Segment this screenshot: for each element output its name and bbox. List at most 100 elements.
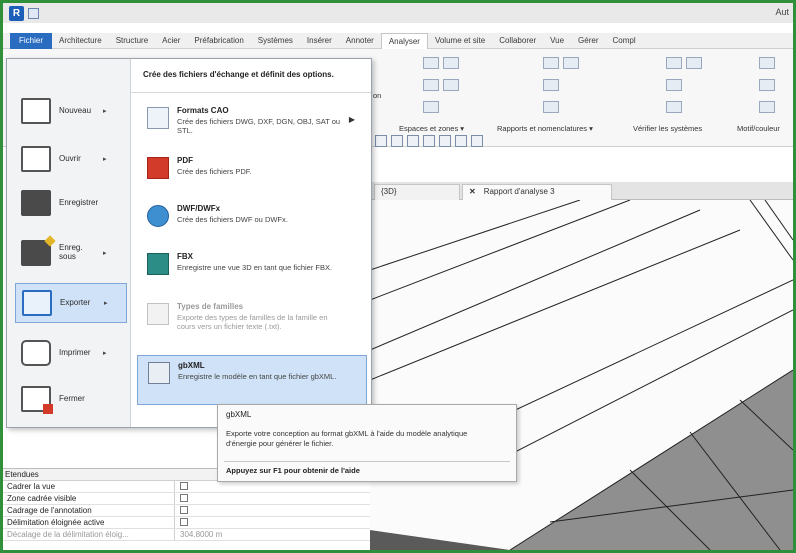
view-tab-rapport-label: Rapport d'analyse 3 [483,187,555,196]
open-folder-icon [21,146,51,172]
tab-acier[interactable]: Acier [155,33,187,49]
export-dwf[interactable]: DWF/DWFx Crée des fichiers DWF ou DWFx. [137,199,367,243]
quick-access-icon[interactable] [28,7,39,19]
tab-structure[interactable]: Structure [109,33,155,49]
ribbon-tool-icon[interactable] [666,101,682,113]
ribbon-tool-icon[interactable] [759,101,775,113]
close-icon[interactable]: ✕ [469,187,476,196]
save-icon [21,190,51,216]
view-tab-3d[interactable]: {3D} [374,184,460,200]
group-motif[interactable]: Motif/couleur [737,124,780,133]
3d-model-drawing [370,200,793,550]
export-item-desc: Exporte des types de familles de la fami… [177,313,328,331]
export-gbxml[interactable]: gbXML Enregistre le modèle en tant que f… [137,355,367,405]
menu-exporter-label: Exporter [60,297,91,307]
menu-exporter[interactable]: Exporter ▸ [15,283,127,323]
ribbon-tool-icon[interactable] [443,57,459,69]
toolbar-icon[interactable] [455,135,467,147]
group-rapports[interactable]: Rapports et nomenclatures ▾ [497,124,593,133]
export-icon [22,290,52,316]
ribbon-partial-label: on [373,91,382,100]
property-value[interactable]: 304.8000 m [175,529,370,540]
property-name: Cadrage de l'annotation [3,505,175,516]
tab-annoter[interactable]: Annoter [339,33,381,49]
export-item-title: FBX [177,252,193,261]
tab-collaborer[interactable]: Collaborer [492,33,543,49]
export-item-title: Types de familles [177,302,244,311]
toolbar-icon[interactable] [407,135,419,147]
toolbar-icon[interactable] [471,135,483,147]
ribbon-tool-icon[interactable] [543,57,559,69]
ribbon-tool-icon[interactable] [423,79,439,91]
group-espaces-zones[interactable]: Espaces et zones ▾ [399,124,464,133]
menu-fermer[interactable]: Fermer [15,379,127,419]
view-tabs: {3D} ✕ Rapport d'analyse 3 [370,182,793,200]
submenu-arrow-icon: ▸ [103,156,107,163]
tab-complements[interactable]: Compl [606,33,643,49]
checkbox[interactable] [180,506,188,514]
ribbon-tool-icon[interactable] [423,101,439,113]
app-logo-icon[interactable]: R [9,5,24,21]
export-item-title: gbXML [178,361,205,370]
family-types-icon [147,303,169,325]
submenu-arrow-icon: ▸ [104,300,108,307]
ribbon-tool-icon[interactable] [543,101,559,113]
submenu-arrow-icon: ▶ [348,115,355,124]
export-item-desc: Crée des fichiers PDF. [177,167,252,176]
gbxml-icon [148,362,170,384]
group-verifier[interactable]: Vérifier les systèmes [633,124,702,133]
toolbar-icon[interactable] [439,135,451,147]
menu-nouveau-label: Nouveau [59,105,92,115]
property-row: Délimitation éloignée active [3,517,370,529]
ribbon-tool-icon[interactable] [666,57,682,69]
tab-architecture[interactable]: Architecture [52,33,109,49]
ribbon-tool-icon[interactable] [543,79,559,91]
tab-vue[interactable]: Vue [543,33,571,49]
export-types-familles[interactable]: Types de familles Exporte des types de f… [137,297,367,349]
export-pdf[interactable]: PDF Crée des fichiers PDF. [137,151,367,195]
tab-analyser[interactable]: Analyser [380,32,428,49]
export-item-title: Formats CAO [177,106,229,115]
menu-ouvrir-label: Ouvrir [59,153,81,163]
toolbar-icon[interactable] [391,135,403,147]
app-menu-commands: Nouveau ▸ Ouvrir ▸ Enregistrer Enreg. so… [7,59,131,427]
tab-fichier[interactable]: Fichier [10,32,53,49]
menu-imprimer[interactable]: Imprimer ▸ [15,333,127,373]
menu-fermer-label: Fermer [59,393,85,403]
view-tab-rapport[interactable]: ✕ Rapport d'analyse 3 [462,184,612,200]
view-tab-3d-label: {3D} [381,187,397,196]
ribbon-tool-icon[interactable] [759,57,775,69]
ribbon-tool-icon[interactable] [443,79,459,91]
window-title: Aut [775,7,789,17]
ribbon-tool-icon[interactable] [563,57,579,69]
toolbar-icon[interactable] [375,135,387,147]
submenu-arrow-icon: ▸ [103,350,107,357]
property-name: Délimitation éloignée active [3,517,175,528]
tab-systemes[interactable]: Systèmes [251,33,300,49]
ribbon-tool-icon[interactable] [666,79,682,91]
toolbar-icon[interactable] [423,135,435,147]
tooltip-divider [224,461,510,462]
menu-nouveau[interactable]: Nouveau ▸ [15,91,127,131]
checkbox[interactable] [180,494,188,502]
ribbon-tool-icon[interactable] [423,57,439,69]
export-formats-cao[interactable]: Formats CAO Crée des fichiers DWG, DXF, … [137,101,367,145]
tooltip-body: Exporte votre conception au format gbXML… [226,429,468,448]
export-fbx[interactable]: FBX Enregistre une vue 3D en tant que fi… [137,247,367,291]
tab-prefabrication[interactable]: Préfabrication [187,33,250,49]
tab-inserer[interactable]: Insérer [300,33,339,49]
menu-enreg-sous[interactable]: Enreg. sous ▸ [15,233,127,273]
ribbon-tool-icon[interactable] [759,79,775,91]
menu-enregistrer[interactable]: Enregistrer [15,183,127,223]
checkbox[interactable] [180,482,188,490]
property-name: Zone cadrée visible [3,493,175,504]
menu-ouvrir[interactable]: Ouvrir ▸ [15,139,127,179]
ribbon-tool-icon[interactable] [686,57,702,69]
3d-viewport[interactable] [370,200,793,550]
export-item-title: DWF/DWFx [177,204,221,213]
checkbox[interactable] [180,518,188,526]
ribbon-tabs: Fichier Architecture Structure Acier Pré… [3,32,793,49]
tab-gerer[interactable]: Gérer [571,33,605,49]
tab-volume-et-site[interactable]: Volume et site [428,33,492,49]
export-submenu: Crée des fichiers d'échange et définit d… [131,59,371,427]
